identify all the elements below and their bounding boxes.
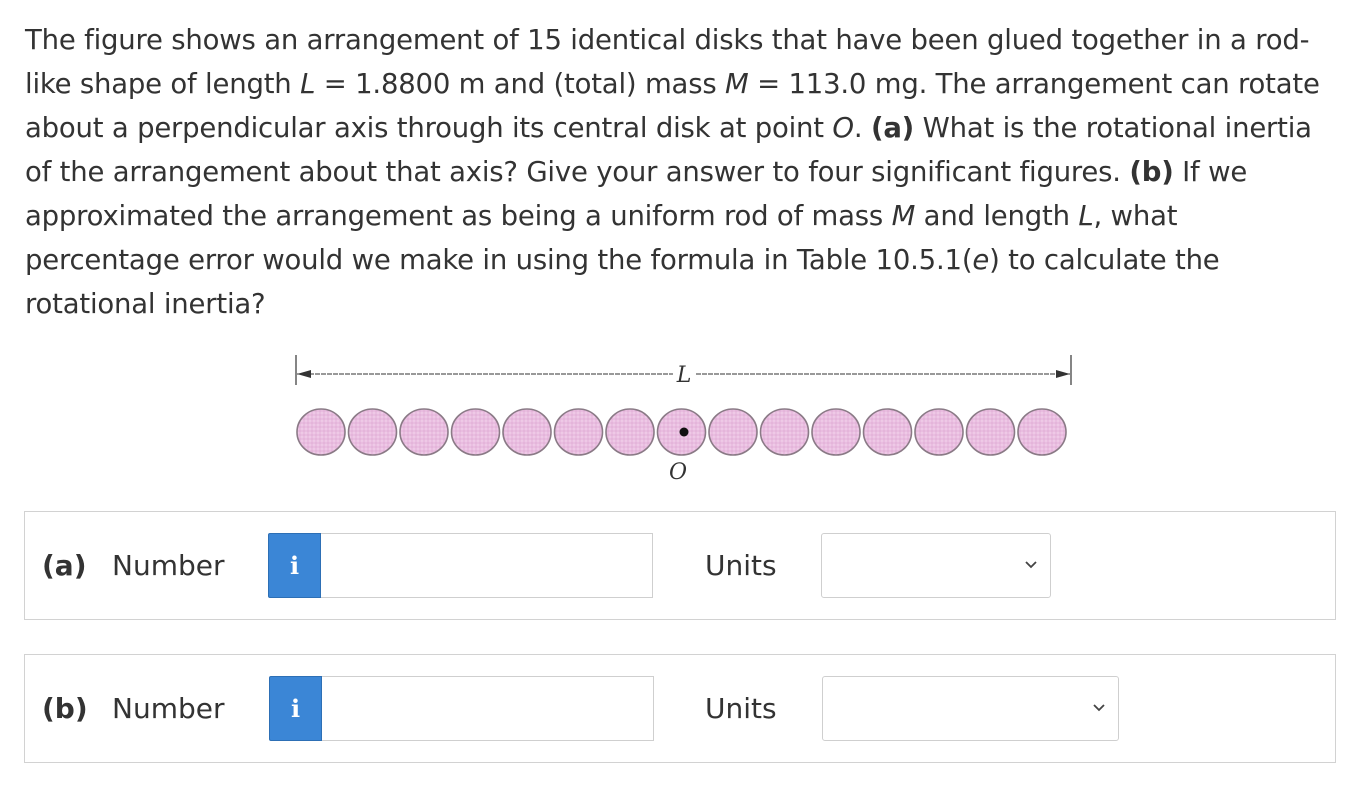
part-b-tag: (b): [1129, 156, 1174, 188]
symbol-M: M: [891, 200, 916, 232]
disk: [862, 408, 913, 456]
disk: [347, 408, 398, 456]
question-segment: = 1.8800 m and (total) mass: [315, 68, 726, 100]
disk: [914, 408, 964, 456]
units-label: Units: [705, 692, 777, 725]
part-label: (a): [42, 549, 87, 582]
length-label: L: [676, 363, 692, 388]
disk: [502, 408, 552, 456]
symbol-M: M: [725, 68, 749, 100]
symbol-e: e: [972, 244, 990, 276]
symbol-O: O: [832, 112, 854, 144]
part-a-tag: (a): [870, 112, 915, 144]
info-icon[interactable]: i: [269, 676, 322, 741]
disk: [605, 408, 655, 456]
disk-rod-svg: L O: [295, 355, 1072, 485]
units-select-b[interactable]: [822, 676, 1119, 741]
disk-rod-figure: L O: [293, 348, 1083, 488]
disk: [399, 408, 449, 456]
answer-row-b: (b) Number i Units: [24, 654, 1336, 763]
units-select-a[interactable]: [821, 533, 1051, 598]
number-label: Number: [112, 692, 225, 725]
disk: [296, 408, 346, 456]
chevron-down-icon: [1093, 704, 1105, 712]
point-o-label: O: [669, 460, 687, 485]
disk: [553, 408, 604, 456]
disk: [811, 408, 861, 456]
symbol-L: L: [300, 68, 316, 100]
disk: [965, 408, 1016, 456]
number-input-a[interactable]: [321, 533, 653, 598]
question-text: The figure shows an arrangement of 15 id…: [25, 18, 1335, 326]
arrowhead-left-icon: [297, 370, 311, 378]
part-label: (b): [42, 692, 88, 725]
disk: [708, 408, 758, 456]
disk: [759, 408, 810, 456]
number-input-b[interactable]: [322, 676, 654, 741]
number-label: Number: [112, 549, 225, 582]
units-label: Units: [705, 549, 777, 582]
chevron-down-icon: [1025, 561, 1037, 569]
question-segment: and length: [915, 200, 1079, 232]
disk: [1017, 408, 1067, 456]
question-segment: .: [853, 112, 871, 144]
arrowhead-right-icon: [1056, 370, 1070, 378]
symbol-L: L: [1078, 200, 1094, 232]
pivot-point: [679, 427, 689, 437]
answer-row-a: (a) Number i Units: [24, 511, 1336, 620]
disk: [450, 408, 501, 456]
info-icon[interactable]: i: [268, 533, 321, 598]
